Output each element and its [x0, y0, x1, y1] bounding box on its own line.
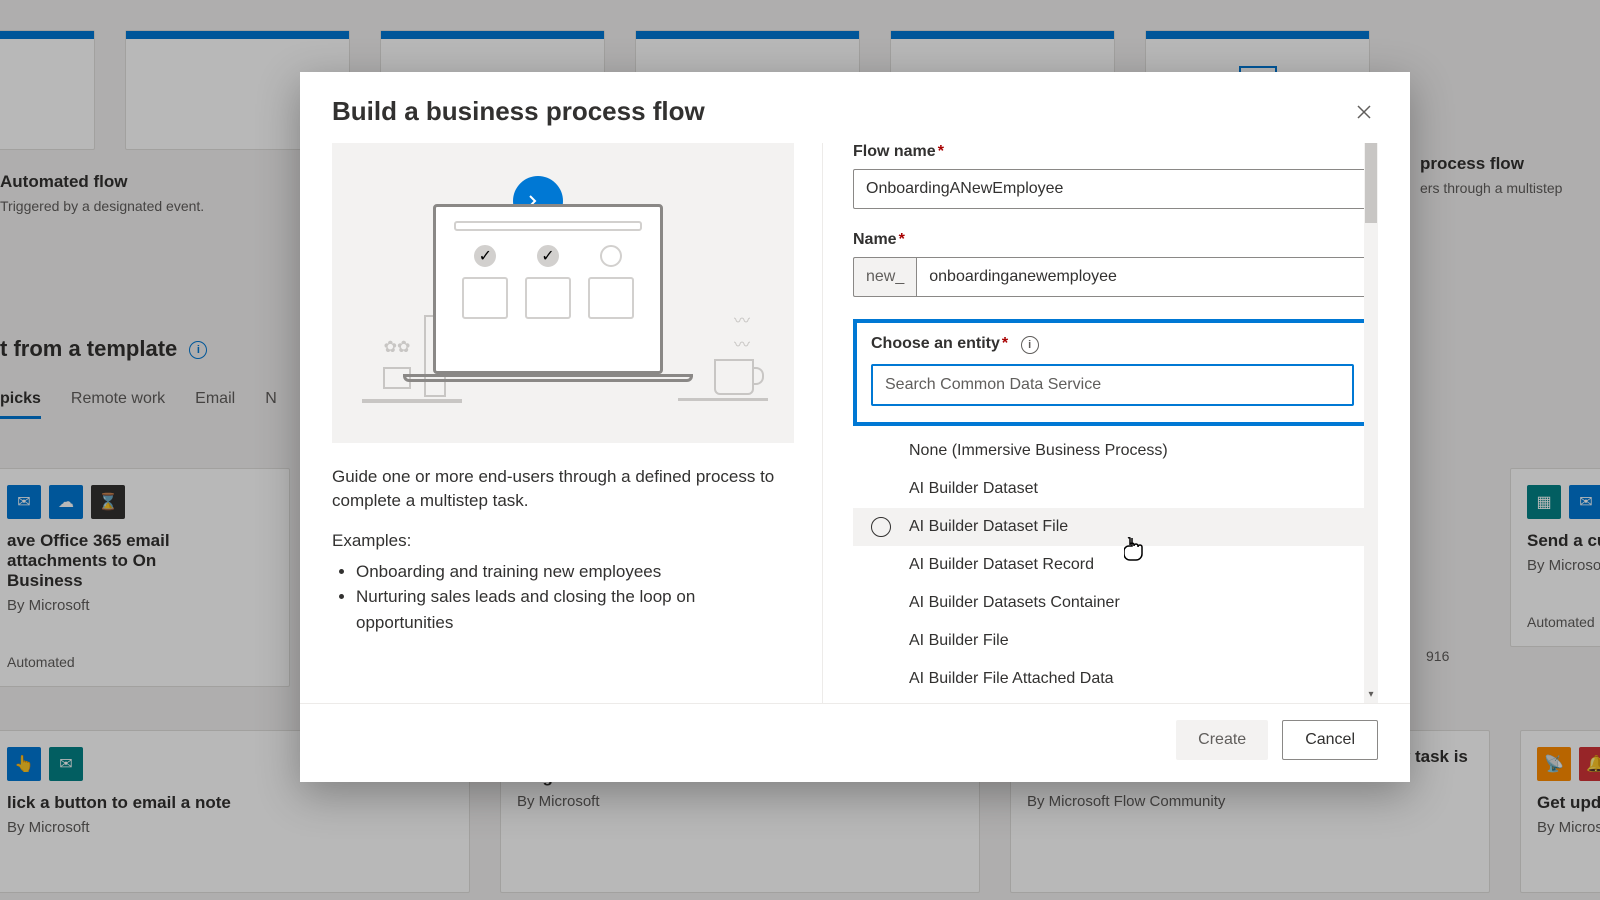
entity-dropdown: None (Immersive Business Process) AI Bui… — [853, 432, 1372, 698]
name-input[interactable] — [916, 257, 1372, 297]
radio-icon — [871, 517, 891, 537]
examples-list: Onboarding and training new employees Nu… — [332, 559, 794, 636]
example-item: Nurturing sales leads and closing the lo… — [356, 584, 794, 635]
entity-search-input[interactable] — [871, 364, 1354, 406]
entity-label: Choose an entity* i — [871, 335, 1354, 354]
entity-option[interactable]: AI Builder File Attached Data — [853, 660, 1372, 698]
entity-option[interactable]: None (Immersive Business Process) — [853, 432, 1372, 470]
create-button[interactable]: Create — [1176, 720, 1268, 760]
flow-name-input[interactable] — [853, 169, 1372, 209]
entity-option[interactable]: AI Builder File — [853, 622, 1372, 660]
close-icon — [1356, 104, 1372, 120]
bpf-modal: Build a business process flow ✿✿ ✦ ✦ — [300, 72, 1410, 782]
info-icon[interactable]: i — [1021, 336, 1039, 354]
name-prefix: new_ — [853, 257, 916, 297]
flow-name-label: Flow name* — [853, 143, 1372, 161]
modal-title: Build a business process flow — [332, 96, 705, 127]
entity-option[interactable]: AI Builder Dataset File — [853, 508, 1372, 546]
entity-highlight-box: Choose an entity* i — [853, 319, 1372, 426]
example-item: Onboarding and training new employees — [356, 559, 794, 585]
cancel-button[interactable]: Cancel — [1282, 720, 1378, 760]
entity-option[interactable]: AI Builder Datasets Container — [853, 584, 1372, 622]
name-label: Name* — [853, 231, 1372, 249]
entity-option[interactable]: AI Builder Dataset Record — [853, 546, 1372, 584]
examples-label: Examples: — [332, 531, 794, 551]
entity-option[interactable]: AI Builder Dataset — [853, 470, 1372, 508]
illustration: ✿✿ ✦ ✦ ✓ ✓ — [332, 143, 794, 443]
description: Guide one or more end-users through a de… — [332, 465, 794, 513]
close-button[interactable] — [1350, 98, 1378, 126]
